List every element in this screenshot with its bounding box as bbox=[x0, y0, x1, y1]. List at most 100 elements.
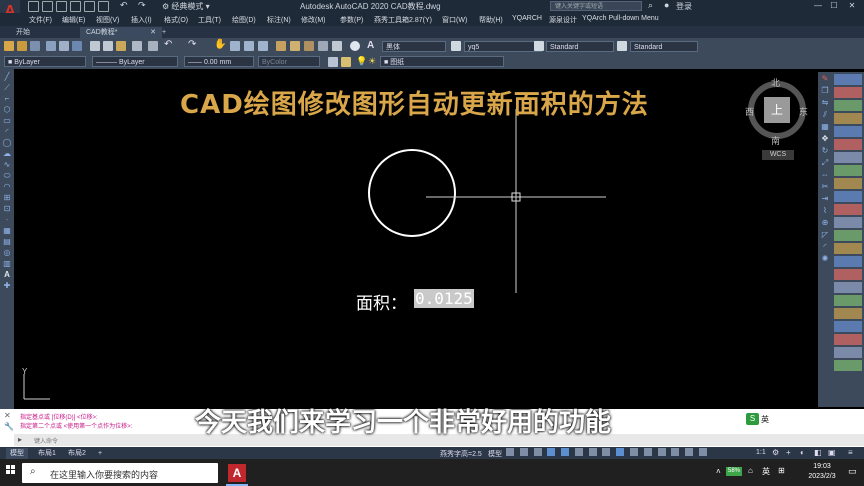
menu-window[interactable]: 窗口(W) bbox=[442, 15, 467, 25]
workspace-gear-icon[interactable]: ⚙ bbox=[772, 448, 779, 457]
ime-mode[interactable]: 英 bbox=[761, 414, 769, 425]
plugin-tool-icon[interactable] bbox=[834, 165, 862, 176]
insert-block-icon[interactable]: ⊞ bbox=[2, 193, 12, 204]
ime-toggle-icon[interactable]: ⊞ bbox=[778, 466, 785, 475]
print-file-icon[interactable] bbox=[46, 41, 56, 51]
wcs-menu[interactable]: WCS bbox=[762, 150, 794, 160]
annotation-visibility-icon[interactable] bbox=[685, 448, 694, 456]
viewcube[interactable]: 北 西 东 南 上 WCS bbox=[742, 76, 812, 162]
network-icon[interactable]: ⌂ bbox=[748, 466, 753, 475]
user-icon[interactable]: ● bbox=[664, 0, 669, 10]
publish-icon[interactable] bbox=[72, 41, 82, 51]
annotation-monitor-icon[interactable]: + bbox=[786, 448, 791, 457]
osnap-toggle-icon[interactable] bbox=[561, 448, 570, 456]
gradient-icon[interactable]: ▤ bbox=[2, 237, 12, 248]
spline-icon[interactable]: ∿ bbox=[2, 160, 12, 171]
gizmo-icon[interactable] bbox=[671, 448, 680, 456]
menu-file[interactable]: 文件(F) bbox=[29, 15, 52, 25]
search-input[interactable]: 键入关键字或短语 bbox=[550, 1, 642, 11]
menu-yqarch-pulldown[interactable]: YQArch Pull-down Menu bbox=[582, 15, 659, 22]
break-icon[interactable]: ⌇ bbox=[820, 206, 830, 218]
add-selected-icon[interactable]: ✚ bbox=[2, 281, 12, 292]
erase-icon[interactable]: ✎ bbox=[820, 74, 830, 86]
customize-command-icon[interactable]: 🔧 bbox=[4, 422, 14, 431]
chamfer-icon[interactable]: ◸ bbox=[820, 230, 830, 242]
compass-east[interactable]: 东 bbox=[799, 105, 808, 118]
menu-insert[interactable]: 插入(I) bbox=[131, 15, 152, 25]
minimize-button[interactable]: — bbox=[812, 1, 824, 11]
new-file-icon[interactable] bbox=[4, 41, 14, 51]
revision-cloud-icon[interactable]: ☁ bbox=[2, 149, 12, 160]
grid-toggle-icon[interactable] bbox=[506, 448, 514, 456]
rotate-icon[interactable]: ↻ bbox=[820, 146, 830, 158]
hatch-icon[interactable]: ▦ bbox=[2, 226, 12, 237]
menu-yqarch[interactable]: YQARCH bbox=[512, 15, 542, 22]
construction-line-icon[interactable]: ⟋ bbox=[2, 83, 12, 94]
layer-freeze-icon[interactable]: ☀ bbox=[368, 56, 376, 67]
circle-icon[interactable]: ◯ bbox=[2, 138, 12, 149]
plugin-tool-icon[interactable] bbox=[834, 178, 862, 189]
workspace-switcher[interactable]: ⚙ 经典模式 ▾ bbox=[162, 1, 210, 12]
plugin-tool-icon[interactable] bbox=[834, 204, 862, 215]
tab-model[interactable]: 模型 bbox=[6, 448, 28, 459]
circle-entity[interactable] bbox=[368, 149, 456, 237]
close-button[interactable]: ✕ bbox=[846, 1, 858, 11]
tray-expand-icon[interactable]: ˄ bbox=[716, 467, 721, 476]
menu-yuanquan[interactable]: 源泉设计 bbox=[549, 15, 577, 25]
plugin-tool-icon[interactable] bbox=[834, 321, 862, 332]
zoom-window-icon[interactable] bbox=[244, 41, 254, 51]
menu-format[interactable]: 格式(O) bbox=[164, 15, 188, 25]
zoom-previous-icon[interactable] bbox=[258, 41, 268, 51]
make-block-icon[interactable]: ⊡ bbox=[2, 204, 12, 215]
plugin-tool-icon[interactable] bbox=[834, 308, 862, 319]
polar-toggle-icon[interactable] bbox=[547, 448, 556, 456]
array-icon[interactable]: ▦ bbox=[820, 122, 830, 134]
dynamic-ucs-icon[interactable] bbox=[643, 448, 652, 456]
tab-document[interactable]: CAD教程* ✕ bbox=[80, 27, 162, 38]
explode-icon[interactable]: ✺ bbox=[820, 254, 830, 266]
save-file-icon[interactable] bbox=[30, 41, 40, 51]
sheet-set-icon[interactable] bbox=[318, 41, 328, 51]
design-center-icon[interactable] bbox=[290, 41, 300, 51]
new-icon[interactable] bbox=[28, 1, 39, 12]
undo-toolbar-icon[interactable]: ↶ bbox=[164, 39, 172, 50]
dim-style-select[interactable]: Standard bbox=[546, 41, 614, 52]
print-icon[interactable] bbox=[98, 1, 109, 12]
windows-start-icon[interactable] bbox=[6, 465, 16, 475]
sogou-ime-icon[interactable]: S bbox=[746, 413, 759, 425]
hardware-acceleration-icon[interactable]: ◧ bbox=[814, 448, 822, 457]
menu-help[interactable]: 帮助(H) bbox=[479, 15, 503, 25]
point-icon[interactable]: · bbox=[2, 215, 12, 226]
open-file-icon[interactable] bbox=[17, 41, 27, 51]
maximize-button[interactable]: ☐ bbox=[828, 1, 840, 11]
menu-tools[interactable]: 工具(T) bbox=[198, 15, 221, 25]
plugin-tool-icon[interactable] bbox=[834, 87, 862, 98]
undo-icon[interactable]: ↶ bbox=[120, 0, 128, 11]
tab-layout1[interactable]: 布局1 bbox=[34, 448, 60, 459]
new-tab-button[interactable]: + bbox=[156, 27, 172, 38]
annotation-scale[interactable]: 1:1 bbox=[756, 449, 766, 456]
plugin-tool-icon[interactable] bbox=[834, 269, 862, 280]
paste-icon[interactable] bbox=[116, 41, 126, 51]
selection-cycling-icon[interactable] bbox=[616, 448, 625, 456]
line-icon[interactable]: ╱ bbox=[2, 72, 12, 83]
plugin-tool-icon[interactable] bbox=[834, 217, 862, 228]
properties-icon[interactable] bbox=[276, 41, 286, 51]
linetype-select[interactable]: ——— ByLayer bbox=[92, 56, 178, 67]
join-icon[interactable]: ⊕ bbox=[820, 218, 830, 230]
trim-icon[interactable]: ✂ bbox=[820, 182, 830, 194]
plugin-tool-icon[interactable] bbox=[834, 152, 862, 163]
battery-indicator[interactable]: 58% bbox=[726, 467, 742, 476]
copy-object-icon[interactable]: ❐ bbox=[820, 86, 830, 98]
plugin-tool-icon[interactable] bbox=[834, 74, 862, 85]
taskbar-ime[interactable]: 英 bbox=[762, 466, 770, 477]
zoom-realtime-icon[interactable] bbox=[230, 41, 240, 51]
tool-palettes-icon[interactable] bbox=[304, 41, 314, 51]
region-icon[interactable]: ◎ bbox=[2, 248, 12, 259]
add-layout-button[interactable]: + bbox=[94, 448, 106, 459]
menu-view[interactable]: 视图(V) bbox=[96, 15, 119, 25]
text-style-select[interactable]: yq5 bbox=[464, 41, 542, 52]
viewcube-top-face[interactable]: 上 bbox=[764, 97, 790, 123]
login-link[interactable]: 登录 bbox=[676, 1, 692, 12]
3d-osnap-icon[interactable] bbox=[630, 448, 639, 456]
